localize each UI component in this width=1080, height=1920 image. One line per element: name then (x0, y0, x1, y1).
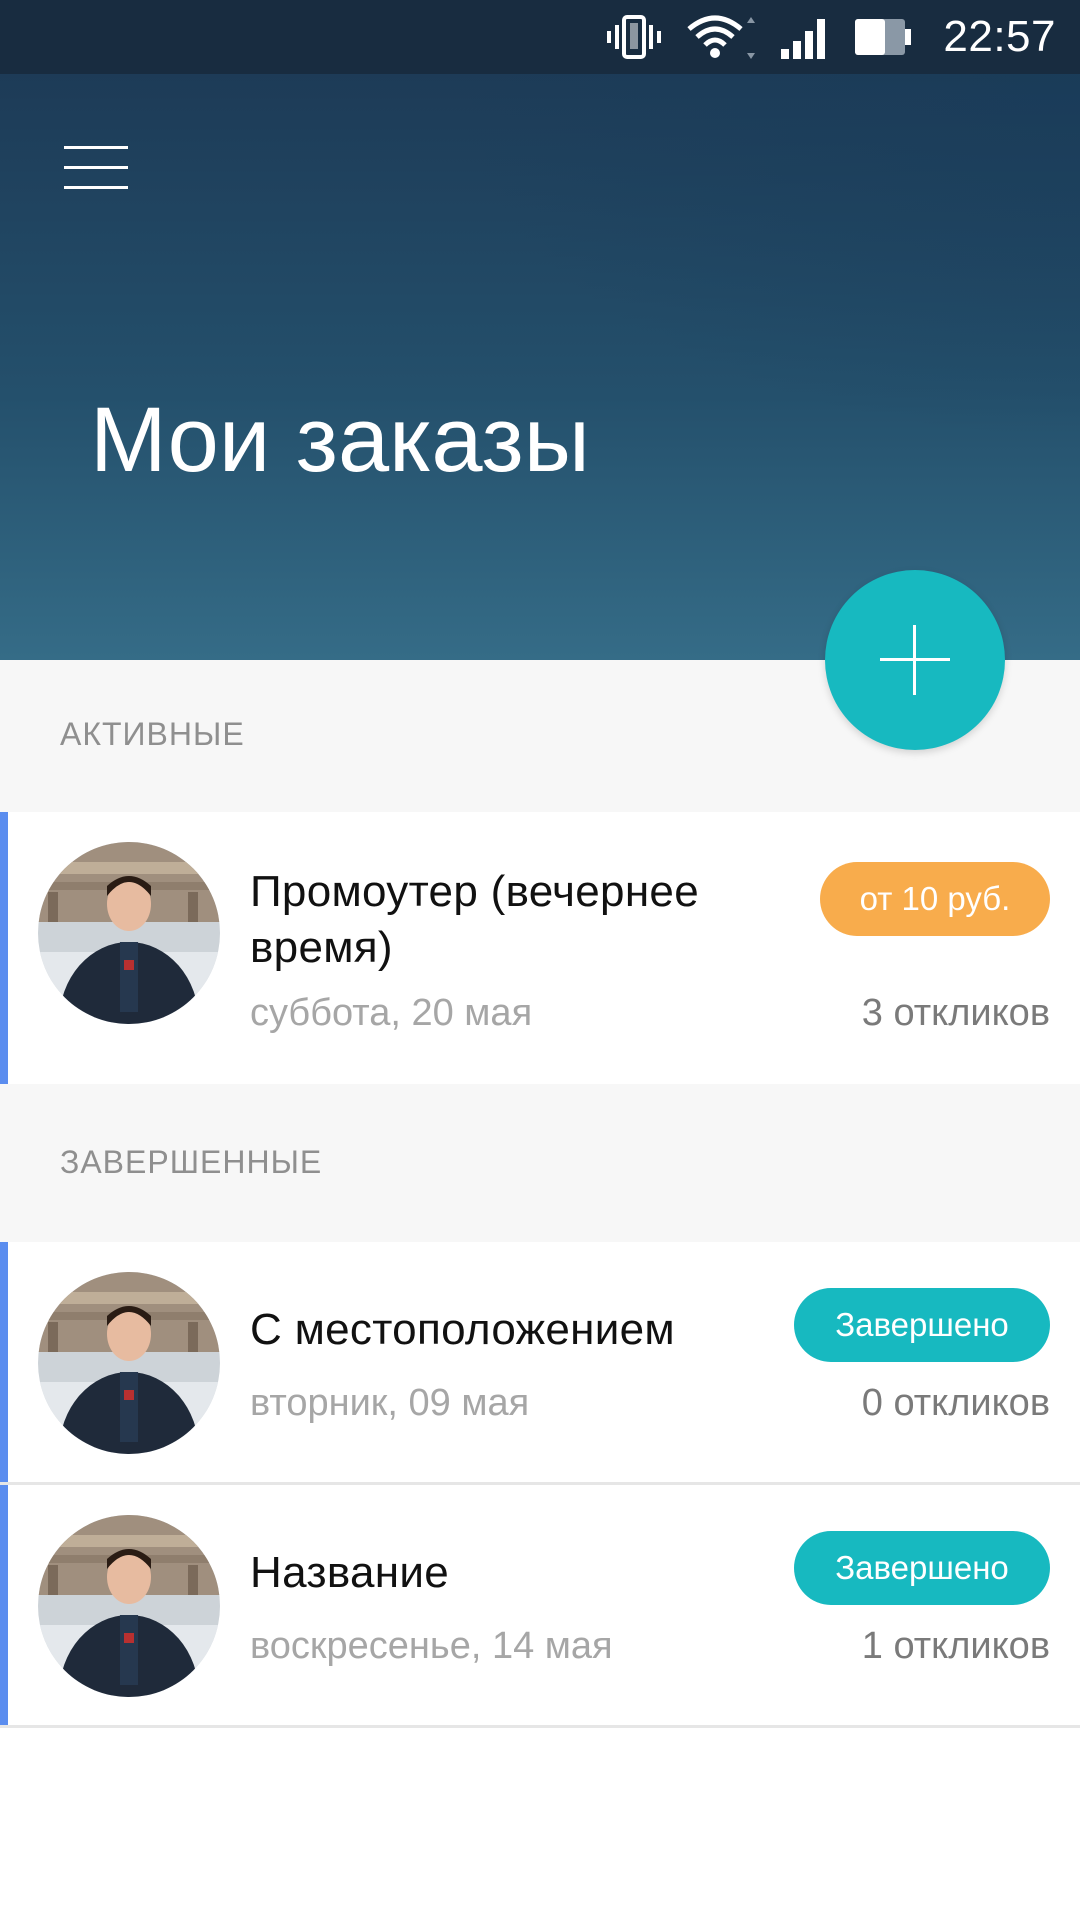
hamburger-menu-icon[interactable] (60, 138, 132, 198)
status-badge: Завершено (794, 1288, 1050, 1362)
order-title: Название (250, 1548, 450, 1597)
divider (0, 1725, 1080, 1728)
avatar (38, 842, 220, 1024)
section-header-completed: ЗАВЕРШЕННЫЕ (0, 1084, 1080, 1242)
screen: 22:57 Мои заказы АКТИВНЫЕ Промоутер (веч… (0, 0, 1080, 1920)
battery-icon (855, 19, 912, 55)
page-title: Мои заказы (90, 389, 590, 491)
signal-icon (781, 19, 826, 59)
order-title: Промоутер (вечернее время) (250, 867, 699, 972)
section-title-completed: ЗАВЕРШЕННЫЕ (60, 1144, 323, 1180)
status-icons: 22:57 (605, 0, 1056, 74)
order-card[interactable]: Промоутер (вечернее время) суббота, 20 м… (0, 812, 1080, 1084)
card-accent (0, 1485, 8, 1725)
card-accent (0, 1242, 8, 1482)
vibrate-icon (607, 15, 662, 59)
card-accent (0, 812, 8, 1084)
status-bar: 22:57 (0, 0, 1080, 74)
avatar (38, 1515, 220, 1697)
wifi-icon (687, 15, 756, 59)
order-date: суббота, 20 мая (250, 992, 533, 1034)
status-badge: Завершено (794, 1531, 1050, 1605)
add-order-button[interactable] (825, 570, 1005, 750)
order-card[interactable]: Название воскресенье, 14 мая Завершено 1… (0, 1485, 1080, 1725)
order-date: вторник, 09 мая (250, 1382, 530, 1424)
responses-count: 3 откликов (861, 992, 1050, 1034)
order-date: воскресенье, 14 мая (250, 1625, 613, 1667)
responses-count: 0 откликов (861, 1382, 1050, 1424)
order-card[interactable]: С местоположением вторник, 09 мая Заверш… (0, 1242, 1080, 1482)
order-title: С местоположением (250, 1305, 675, 1354)
avatar (38, 1272, 220, 1454)
responses-count: 1 откликов (861, 1625, 1050, 1667)
section-title-active: АКТИВНЫЕ (60, 716, 245, 752)
status-time: 22:57 (943, 12, 1056, 61)
price-badge: от 10 руб. (820, 862, 1050, 936)
